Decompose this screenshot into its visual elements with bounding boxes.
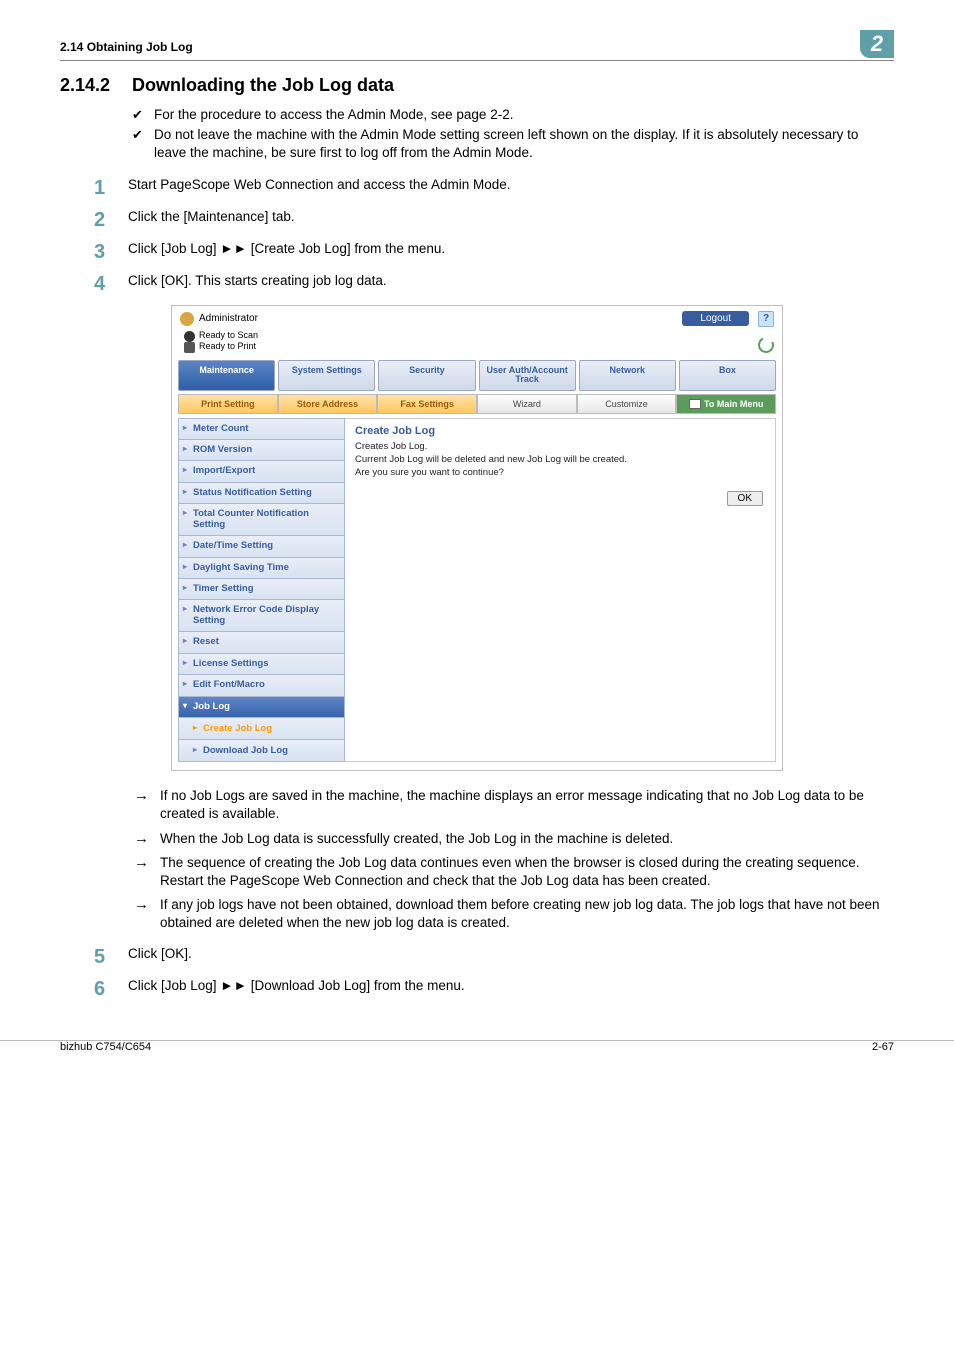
scanner-icon	[184, 331, 195, 342]
section-number: 2.14.2	[60, 75, 132, 96]
sidebar-item-job-log[interactable]: Job Log	[178, 697, 345, 718]
step-text: Click [Job Log] ►► [Download Job Log] fr…	[128, 978, 465, 993]
subtab-store-address[interactable]: Store Address	[278, 394, 378, 414]
check-item: For the procedure to access the Admin Mo…	[132, 106, 894, 124]
step-text: Click [OK]. This starts creating job log…	[128, 273, 387, 288]
sidebar-item-daylight-saving[interactable]: Daylight Saving Time	[178, 558, 345, 579]
sidebar-item-date-time[interactable]: Date/Time Setting	[178, 536, 345, 557]
panel-title: Create Job Log	[355, 425, 765, 437]
status-text: Ready to Print	[199, 342, 256, 352]
sidebar-item-edit-font-macro[interactable]: Edit Font/Macro	[178, 675, 345, 696]
sidebar-item-timer-setting[interactable]: Timer Setting	[178, 579, 345, 600]
subtab-fax-settings[interactable]: Fax Settings	[377, 394, 477, 414]
help-icon[interactable]: ?	[758, 311, 774, 327]
panel-text: Creates Job Log.	[355, 441, 765, 452]
admin-icon	[180, 312, 194, 326]
note-item: When the Job Log data is successfully cr…	[132, 830, 894, 848]
sidebar-item-status-notification[interactable]: Status Notification Setting	[178, 483, 345, 504]
embedded-screenshot: Administrator Logout ? Ready to Scan Rea…	[171, 305, 783, 771]
status-text: Ready to Scan	[199, 331, 258, 341]
to-main-menu-button[interactable]: To Main Menu	[676, 394, 776, 414]
note-item: If no Job Logs are saved in the machine,…	[132, 787, 894, 823]
step-text: Click the [Maintenance] tab.	[128, 209, 295, 224]
step-number: 1	[94, 177, 128, 199]
tab-maintenance[interactable]: Maintenance	[178, 360, 275, 391]
sidebar-item-import-export[interactable]: Import/Export	[178, 461, 345, 482]
breadcrumb: 2.14 Obtaining Job Log	[60, 40, 193, 54]
sidebar-item-total-counter[interactable]: Total Counter Notification Setting	[178, 504, 345, 536]
footer-model: bizhub C754/C654	[60, 1041, 151, 1053]
note-item: The sequence of creating the Job Log dat…	[132, 854, 894, 890]
sidebar-item-meter-count[interactable]: Meter Count	[178, 418, 345, 440]
step-number: 2	[94, 209, 128, 231]
tab-network[interactable]: Network	[579, 360, 676, 391]
ok-button[interactable]: OK	[727, 491, 763, 506]
step-number: 6	[94, 978, 128, 1000]
sidebar-item-license-settings[interactable]: License Settings	[178, 654, 345, 675]
sidebar-sub-download-job-log[interactable]: Download Job Log	[178, 740, 345, 762]
panel-text: Are you sure you want to continue?	[355, 467, 765, 478]
tab-system-settings[interactable]: System Settings	[278, 360, 375, 391]
step-number: 3	[94, 241, 128, 263]
sidebar-item-reset[interactable]: Reset	[178, 632, 345, 653]
step-number: 4	[94, 273, 128, 295]
sidebar-item-network-error-code[interactable]: Network Error Code Display Setting	[178, 600, 345, 632]
check-item: Do not leave the machine with the Admin …	[132, 126, 894, 162]
footer-page: 2-67	[872, 1041, 894, 1053]
display-icon	[689, 399, 701, 409]
subtab-wizard[interactable]: Wizard	[477, 394, 577, 414]
sidebar-sub-create-job-log[interactable]: Create Job Log	[178, 718, 345, 740]
logout-button[interactable]: Logout	[682, 311, 749, 326]
note-item: If any job logs have not been obtained, …	[132, 896, 894, 932]
printer-icon	[184, 342, 195, 353]
tab-box[interactable]: Box	[679, 360, 776, 391]
tab-security[interactable]: Security	[378, 360, 475, 391]
step-text: Click [OK].	[128, 946, 192, 961]
step-number: 5	[94, 946, 128, 968]
sidebar-item-rom-version[interactable]: ROM Version	[178, 440, 345, 461]
panel-text: Current Job Log will be deleted and new …	[355, 454, 765, 465]
section-title: 2.14.2Downloading the Job Log data	[60, 75, 894, 96]
subtab-print-setting[interactable]: Print Setting	[178, 394, 278, 414]
tab-user-auth[interactable]: User Auth/Account Track	[479, 360, 576, 391]
subtab-customize[interactable]: Customize	[577, 394, 677, 414]
step-text: Click [Job Log] ►► [Create Job Log] from…	[128, 241, 445, 256]
chapter-badge: 2	[860, 30, 894, 58]
step-text: Start PageScope Web Connection and acces…	[128, 177, 510, 192]
section-heading: Downloading the Job Log data	[132, 75, 394, 95]
admin-label: Administrator	[199, 313, 258, 324]
refresh-icon[interactable]	[756, 334, 777, 355]
